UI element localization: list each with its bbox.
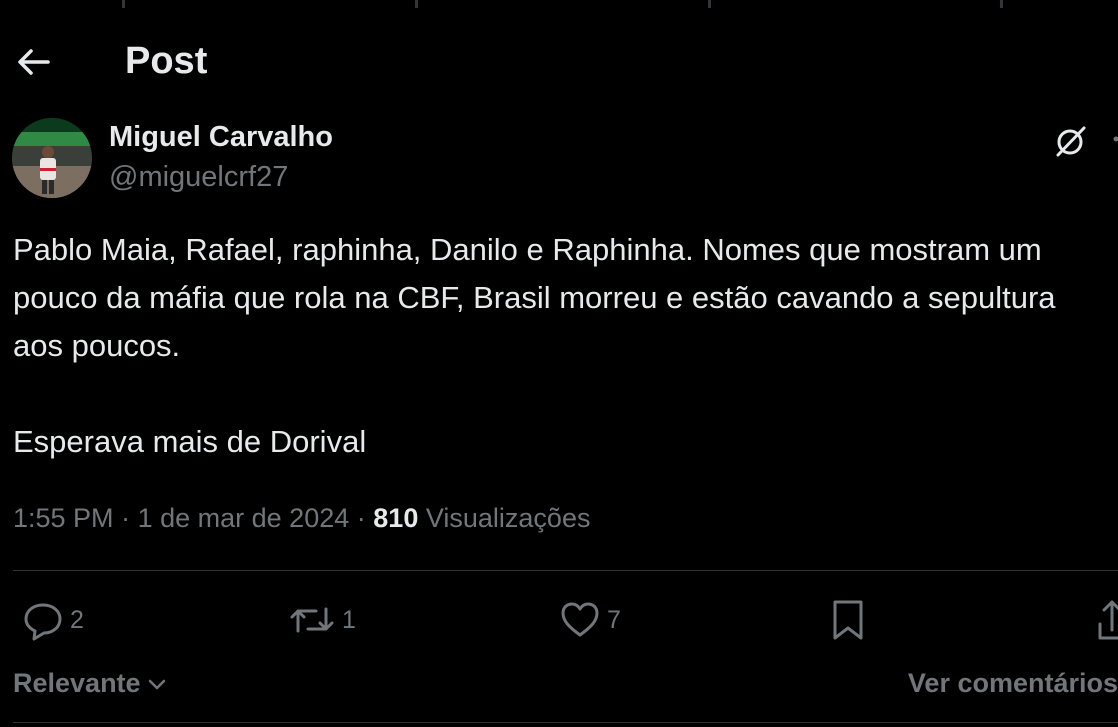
share-icon xyxy=(1098,600,1118,640)
divider xyxy=(13,570,1118,571)
more-icon xyxy=(1113,136,1118,142)
bookmark-icon xyxy=(833,600,863,640)
tweet-meta: 1:55 PM · 1 de mar de 2024 · 810 Visuali… xyxy=(13,500,590,536)
tweet-time[interactable]: 1:55 PM xyxy=(13,503,114,533)
replies-sort-row: Relevante Ver comentários xyxy=(13,664,1118,704)
repost-button[interactable]: 1 xyxy=(288,590,356,650)
author-display-name[interactable]: Miguel Carvalho xyxy=(109,120,333,154)
tab-divider xyxy=(122,0,125,8)
reply-count: 2 xyxy=(70,605,84,634)
share-button[interactable] xyxy=(1096,590,1118,650)
sort-dropdown[interactable]: Relevante xyxy=(13,664,141,702)
repost-count: 1 xyxy=(342,605,356,634)
bookmark-button[interactable] xyxy=(830,590,866,650)
grok-button[interactable] xyxy=(1054,124,1088,158)
meta-separator: · xyxy=(356,503,366,533)
repost-icon xyxy=(290,607,334,633)
author-row: Miguel Carvalho @miguelcrf27 xyxy=(12,118,1118,202)
tab-divider xyxy=(1000,0,1003,8)
reply-button[interactable]: 2 xyxy=(22,590,84,650)
grok-icon xyxy=(1056,126,1086,157)
tweet-date[interactable]: 1 de mar de 2024 xyxy=(138,503,350,533)
back-button[interactable] xyxy=(14,42,54,82)
like-count: 7 xyxy=(607,605,621,634)
views-label: Visualizações xyxy=(425,503,591,533)
tab-divider xyxy=(415,0,418,8)
post-header: Post xyxy=(0,30,1118,92)
more-button[interactable] xyxy=(1110,132,1118,144)
like-icon xyxy=(561,602,599,637)
meta-separator: · xyxy=(121,503,131,533)
author-handle[interactable]: @miguelcrf27 xyxy=(109,160,288,194)
view-comments-link[interactable]: Ver comentários xyxy=(908,664,1118,702)
divider xyxy=(13,722,1118,723)
back-arrow-icon xyxy=(18,49,50,75)
avatar[interactable] xyxy=(12,118,92,198)
like-button[interactable]: 7 xyxy=(559,590,621,650)
views-count: 810 xyxy=(373,503,419,533)
top-tab-bar xyxy=(0,0,1118,8)
page-title: Post xyxy=(125,40,208,82)
chevron-down-icon[interactable] xyxy=(147,674,167,694)
avatar-image xyxy=(12,118,92,198)
tab-divider xyxy=(708,0,711,8)
action-bar: 2 1 7 xyxy=(0,590,1118,650)
reply-icon xyxy=(24,603,62,641)
tweet-text: Pablo Maia, Rafael, raphinha, Danilo e R… xyxy=(13,232,1056,459)
